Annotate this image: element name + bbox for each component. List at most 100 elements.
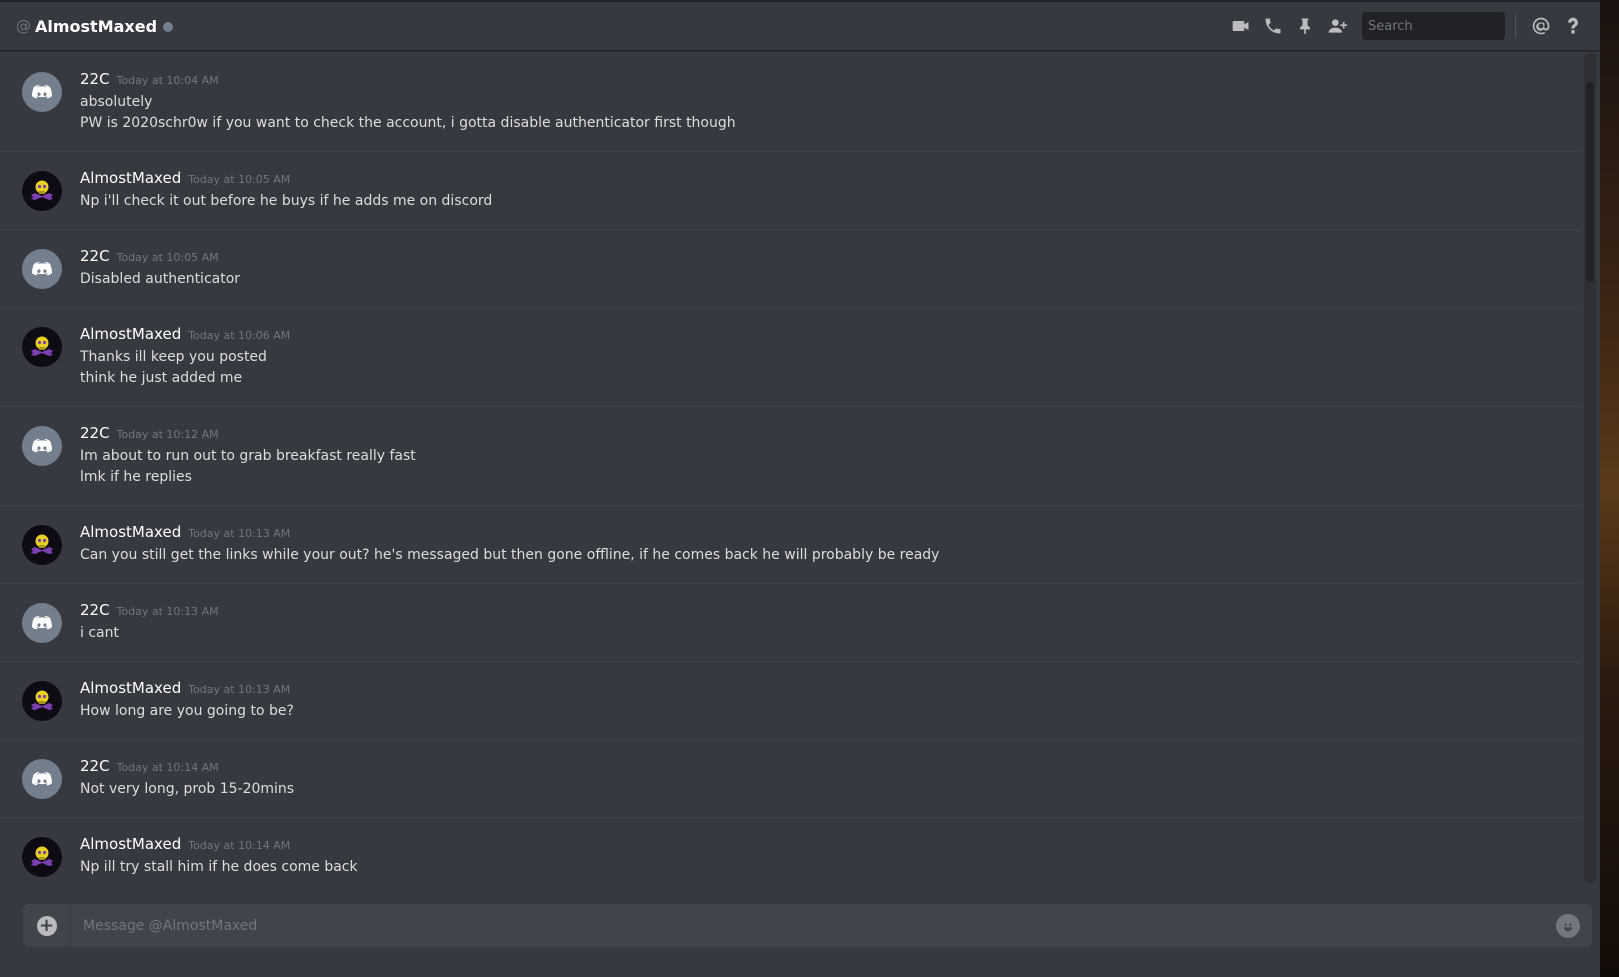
skull-avatar[interactable] xyxy=(22,837,62,877)
username[interactable]: AlmostMaxed xyxy=(80,679,181,697)
message-group: AlmostMaxed Today at 10:13 AM Can you st… xyxy=(0,506,1580,584)
username[interactable]: AlmostMaxed xyxy=(80,325,181,343)
search-box[interactable] xyxy=(1362,12,1538,40)
message-text: PW is 2020schr0w if you want to check th… xyxy=(80,115,736,131)
username[interactable]: AlmostMaxed xyxy=(80,835,181,853)
message-header: 22C Today at 10:12 AM xyxy=(80,424,1580,444)
username[interactable]: AlmostMaxed xyxy=(80,523,181,541)
header-divider xyxy=(1515,14,1516,38)
message-body: AlmostMaxed Today at 10:06 AM Thanks ill… xyxy=(80,325,1580,389)
timestamp: Today at 10:14 AM xyxy=(188,839,291,852)
discord-default-avatar[interactable] xyxy=(22,426,62,466)
skull-avatar[interactable] xyxy=(22,171,62,211)
timestamp: Today at 10:05 AM xyxy=(116,251,219,264)
message-lines: Np ill try stall him if he does come bac… xyxy=(80,857,1580,878)
video-call-icon[interactable] xyxy=(1228,13,1254,39)
message-text: i cant xyxy=(80,625,119,641)
message-text: Can you still get the links while your o… xyxy=(80,547,940,563)
message-header: AlmostMaxed Today at 10:13 AM xyxy=(80,679,1580,699)
username[interactable]: 22C xyxy=(80,424,110,442)
username[interactable]: 22C xyxy=(80,70,110,88)
timestamp: Today at 10:06 AM xyxy=(188,329,291,342)
message-text: Im about to run out to grab breakfast re… xyxy=(80,448,416,464)
message-text: think he just added me xyxy=(80,370,243,386)
discord-logo-icon xyxy=(32,772,52,786)
message-body: AlmostMaxed Today at 10:05 AM Np i'll ch… xyxy=(80,169,1580,212)
timestamp: Today at 10:13 AM xyxy=(188,683,291,696)
discord-default-avatar[interactable] xyxy=(22,249,62,289)
message-body: 22C Today at 10:05 AM Disabled authentic… xyxy=(80,247,1580,290)
message-header: 22C Today at 10:05 AM xyxy=(80,247,1580,267)
message-text: absolutely xyxy=(80,94,153,110)
voice-call-icon[interactable] xyxy=(1260,13,1286,39)
emoji-icon[interactable] xyxy=(1556,913,1580,938)
skull-avatar[interactable] xyxy=(22,681,62,721)
message-body: 22C Today at 10:12 AM Im about to run ou… xyxy=(80,424,1580,488)
message-group: AlmostMaxed Today at 10:05 AM Np i'll ch… xyxy=(0,152,1580,230)
message-body: AlmostMaxed Today at 10:13 AM How long a… xyxy=(80,679,1580,722)
timestamp: Today at 10:13 AM xyxy=(188,527,291,540)
message-text: lmk if he replies xyxy=(80,469,192,485)
discord-default-avatar[interactable] xyxy=(22,72,62,112)
message-lines: i cant xyxy=(80,623,1580,644)
skull-icon xyxy=(31,534,53,554)
plus-circle-icon: + xyxy=(36,915,57,936)
message-text: Not very long, prob 15-20mins xyxy=(80,781,295,797)
status-indicator xyxy=(163,22,174,32)
channel-name[interactable]: AlmostMaxed xyxy=(35,17,157,36)
message-lines: Not very long, prob 15-20mins xyxy=(80,779,1580,800)
message-lines: Disabled authenticator xyxy=(80,269,1580,290)
pin-icon[interactable] xyxy=(1292,13,1318,39)
message-body: AlmostMaxed Today at 10:14 AM Np ill try… xyxy=(80,835,1580,878)
message-header: 22C Today at 10:04 AM xyxy=(80,70,1580,90)
help-icon[interactable] xyxy=(1560,13,1586,39)
skull-avatar[interactable] xyxy=(22,327,62,367)
desktop-background-edge xyxy=(1600,0,1619,977)
message-lines: absolutely PW is 2020schr0w if you want t… xyxy=(80,92,1580,134)
add-friend-icon[interactable] xyxy=(1324,13,1350,39)
skull-icon xyxy=(31,690,53,710)
message-group: 22C Today at 10:05 AM Disabled authentic… xyxy=(0,230,1580,308)
channel-header: @ AlmostMaxed xyxy=(0,2,1600,51)
scrollbar-thumb[interactable] xyxy=(1586,82,1594,282)
message-text: Np ill try stall him if he does come bac… xyxy=(80,859,358,875)
message-body: AlmostMaxed Today at 10:13 AM Can you st… xyxy=(80,523,1580,566)
message-lines: Im about to run out to grab breakfast re… xyxy=(80,446,1580,488)
message-text: Disabled authenticator xyxy=(80,271,241,287)
message-header: AlmostMaxed Today at 10:14 AM xyxy=(80,835,1580,855)
discord-logo-icon xyxy=(32,85,52,99)
skull-icon xyxy=(31,846,53,866)
timestamp: Today at 10:04 AM xyxy=(116,74,219,87)
message-composer: + xyxy=(23,904,1592,947)
message-body: 22C Today at 10:04 AM absolutely PW is 20… xyxy=(80,70,1580,134)
message-header: AlmostMaxed Today at 10:13 AM xyxy=(80,523,1580,543)
username[interactable]: 22C xyxy=(80,601,110,619)
username[interactable]: AlmostMaxed xyxy=(80,169,181,187)
discord-default-avatar[interactable] xyxy=(22,603,62,643)
username[interactable]: 22C xyxy=(80,247,110,265)
at-icon: @ xyxy=(16,17,31,35)
message-group: AlmostMaxed Today at 10:06 AM Thanks ill… xyxy=(0,308,1580,407)
discord-logo-icon xyxy=(32,616,52,630)
username[interactable]: 22C xyxy=(80,757,110,775)
skull-icon xyxy=(31,336,53,356)
timestamp: Today at 10:13 AM xyxy=(116,605,219,618)
message-lines: Can you still get the links while your o… xyxy=(80,545,1580,566)
discord-logo-icon xyxy=(32,262,52,276)
skull-avatar[interactable] xyxy=(22,525,62,565)
message-body: 22C Today at 10:14 AM Not very long, pro… xyxy=(80,757,1580,800)
message-input[interactable] xyxy=(71,917,1556,934)
mention-icon[interactable] xyxy=(1528,13,1554,39)
timestamp: Today at 10:05 AM xyxy=(188,173,291,186)
message-group: 22C Today at 10:12 AM Im about to run ou… xyxy=(0,407,1580,506)
message-text: Thanks ill keep you posted xyxy=(80,349,267,365)
timestamp: Today at 10:14 AM xyxy=(116,761,219,774)
discord-logo-icon xyxy=(32,439,52,453)
message-group: AlmostMaxed Today at 10:13 AM How long a… xyxy=(0,662,1580,740)
message-header: 22C Today at 10:14 AM xyxy=(80,757,1580,777)
search-input[interactable] xyxy=(1368,18,1538,34)
message-text: How long are you going to be? xyxy=(80,703,294,719)
skull-icon xyxy=(31,180,53,200)
discord-default-avatar[interactable] xyxy=(22,759,62,799)
attach-button[interactable]: + xyxy=(23,904,71,947)
